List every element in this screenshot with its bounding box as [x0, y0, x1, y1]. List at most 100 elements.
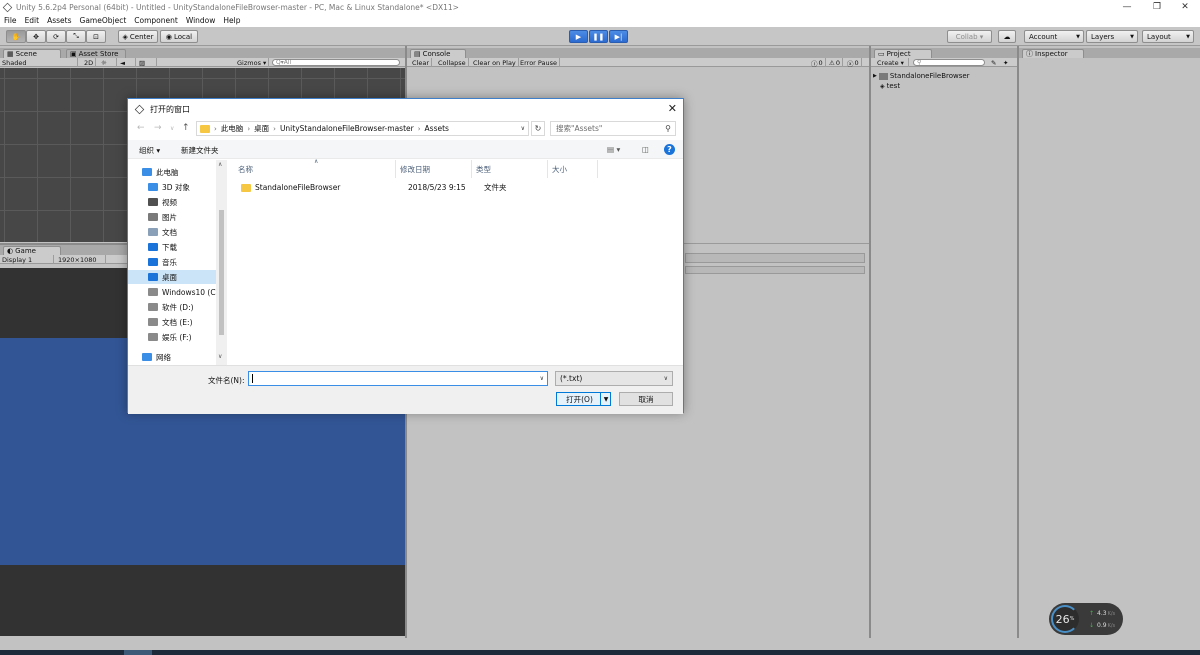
forward-arrow-icon[interactable]: → [154, 123, 162, 133]
tab-game[interactable]: ◐ Game [3, 246, 61, 255]
tab-asset-store[interactable]: ▣ Asset Store [66, 49, 126, 58]
lighting-toggle[interactable]: ☼ [99, 58, 117, 67]
breadcrumb-item[interactable]: Assets [425, 124, 449, 133]
project-tree-item[interactable]: ▶ StandaloneFileBrowser [873, 72, 970, 80]
gizmos-dropdown[interactable]: Gizmos ▾ [235, 58, 269, 67]
restore-button[interactable]: ❐ [1142, 0, 1172, 14]
breadcrumb-item[interactable]: 桌面 [254, 123, 269, 134]
filter-by-label-button[interactable]: ✦ [1001, 58, 1011, 67]
scale-tool-button[interactable]: ⤡ [66, 30, 86, 43]
filter-by-type-button[interactable]: ✎ [989, 58, 999, 67]
console-warning-count[interactable]: ⚠ 0 [827, 58, 843, 67]
tab-inspector[interactable]: ⓘ Inspector [1022, 49, 1084, 58]
back-arrow-icon[interactable]: ← [137, 123, 145, 133]
file-list-row[interactable]: StandaloneFileBrowser 2018/5/23 9:15 文件夹 [236, 180, 666, 195]
nav-item-3d-objects[interactable]: 3D 对象 [128, 180, 216, 194]
filename-input[interactable]: ∨ [248, 371, 548, 386]
shading-mode-dropdown[interactable]: Shaded [0, 58, 78, 67]
up-arrow-icon[interactable]: ↑ [182, 123, 190, 133]
nav-item-network[interactable]: 网络 [128, 350, 216, 364]
nav-item-drive-e[interactable]: 文档 (E:) [128, 315, 216, 329]
tab-scene[interactable]: ▦ Scene [3, 49, 61, 58]
tab-project[interactable]: ▭ Project [874, 49, 932, 58]
tab-console[interactable]: ▤ Console [410, 49, 466, 58]
menu-gameobject[interactable]: GameObject [80, 16, 127, 25]
breadcrumb-item[interactable]: 此电脑 [221, 123, 244, 134]
menu-component[interactable]: Component [134, 16, 178, 25]
pause-button[interactable]: ❚❚ [589, 30, 608, 43]
effects-dropdown[interactable]: ▨ [137, 58, 157, 67]
account-dropdown[interactable]: Account ▼ [1024, 30, 1084, 43]
preview-pane-icon[interactable]: ◫ [642, 145, 649, 154]
dialog-search-input[interactable]: 搜索"Assets" ⚲ [550, 121, 676, 136]
view-options-icon[interactable]: ▤ ▾ [607, 145, 620, 154]
collab-button[interactable]: Collab ▾ [947, 30, 992, 43]
menu-edit[interactable]: Edit [25, 16, 40, 25]
nav-item-desktop[interactable]: 桌面 [128, 270, 216, 284]
project-tree-item[interactable]: ◈ test [880, 82, 900, 90]
console-error-pause-button[interactable]: Error Pause [518, 58, 561, 67]
dialog-close-button[interactable]: ✕ [668, 102, 677, 115]
menu-assets[interactable]: Assets [47, 16, 71, 25]
menu-help[interactable]: Help [223, 16, 240, 25]
rotate-tool-button[interactable]: ⟳ [46, 30, 66, 43]
console-collapse-button[interactable]: Collapse [436, 58, 469, 67]
breadcrumb-item[interactable]: UnityStandaloneFileBrowser-master [280, 124, 414, 133]
display-dropdown[interactable]: Display 1 [0, 255, 54, 264]
nav-item-drive-d[interactable]: 软件 (D:) [128, 300, 216, 314]
space-local-button[interactable]: ◉ Local [160, 30, 198, 43]
step-button[interactable]: ▶| [609, 30, 628, 43]
nav-pane-scrollbar[interactable]: ∧ ∨ [216, 160, 227, 365]
network-monitor[interactable]: 26% ↑ 4.3 K/s ↓ 0.9 K/s [1049, 603, 1123, 635]
project-search-input[interactable]: ⚲ [913, 59, 985, 66]
console-clear-button[interactable]: Clear [410, 58, 432, 67]
console-scrollbar[interactable] [685, 253, 865, 263]
pivot-center-button[interactable]: ◈ Center [118, 30, 158, 43]
nav-item-drive-c[interactable]: Windows10 (C:) [128, 285, 221, 299]
menu-file[interactable]: File [4, 16, 17, 25]
organize-menu[interactable]: 组织 ▾ [139, 145, 160, 156]
scene-search-input[interactable]: Q▾All [272, 59, 400, 66]
console-clear-on-play-button[interactable]: Clear on Play [471, 58, 519, 67]
column-header-modified[interactable]: 修改日期 [396, 160, 472, 178]
2d-toggle[interactable]: 2D [82, 58, 96, 67]
scrollbar-thumb[interactable] [219, 210, 224, 335]
open-options-dropdown[interactable]: ▼ [600, 392, 611, 406]
address-bar[interactable]: › 此电脑 › 桌面 › UnityStandaloneFileBrowser-… [196, 121, 529, 136]
refresh-button[interactable]: ↻ [531, 121, 545, 136]
nav-item-this-pc[interactable]: 此电脑 [128, 165, 216, 179]
column-header-size[interactable]: 大小 [548, 160, 598, 178]
chevron-down-icon[interactable]: ∨ [521, 125, 525, 132]
file-type-dropdown[interactable]: (*.txt) ∨ [555, 371, 673, 386]
scroll-down-icon[interactable]: ∨ [218, 353, 222, 360]
nav-item-downloads[interactable]: 下载 [128, 240, 216, 254]
console-error-count[interactable]: ⓧ 0 [845, 58, 862, 68]
project-create-dropdown[interactable]: Create ▾ [875, 58, 909, 67]
hand-tool-button[interactable]: ✋ [6, 30, 26, 43]
audio-toggle[interactable]: ◄ [118, 58, 136, 67]
column-header-type[interactable]: 类型 [472, 160, 548, 178]
close-window-button[interactable]: ✕ [1170, 0, 1200, 14]
play-button[interactable]: ▶ [569, 30, 588, 43]
menu-window[interactable]: Window [186, 16, 216, 25]
scroll-up-icon[interactable]: ∧ [218, 161, 222, 168]
move-tool-button[interactable]: ✥ [26, 30, 46, 43]
cancel-button[interactable]: 取消 [619, 392, 673, 406]
taskbar-active-app[interactable] [124, 650, 152, 655]
new-folder-button[interactable]: 新建文件夹 [181, 145, 219, 156]
console-log-count[interactable]: ⓘ 0 [809, 58, 826, 68]
rect-tool-button[interactable]: ⊡ [86, 30, 106, 43]
recent-dropdown-icon[interactable]: ∨ [170, 125, 174, 132]
minimize-button[interactable]: — [1112, 0, 1142, 14]
chevron-down-icon[interactable]: ∨ [540, 375, 544, 382]
resolution-dropdown[interactable]: 1920×1080 [56, 255, 106, 264]
cloud-button[interactable]: ☁ [998, 30, 1016, 43]
nav-item-music[interactable]: 音乐 [128, 255, 216, 269]
nav-item-documents[interactable]: 文档 [128, 225, 216, 239]
nav-item-drive-f[interactable]: 娱乐 (F:) [128, 330, 216, 344]
layout-dropdown[interactable]: Layout ▼ [1142, 30, 1194, 43]
nav-item-videos[interactable]: 视频 [128, 195, 216, 209]
nav-item-pictures[interactable]: 图片 [128, 210, 216, 224]
help-icon[interactable]: ? [664, 144, 675, 155]
layers-dropdown[interactable]: Layers ▼ [1086, 30, 1138, 43]
